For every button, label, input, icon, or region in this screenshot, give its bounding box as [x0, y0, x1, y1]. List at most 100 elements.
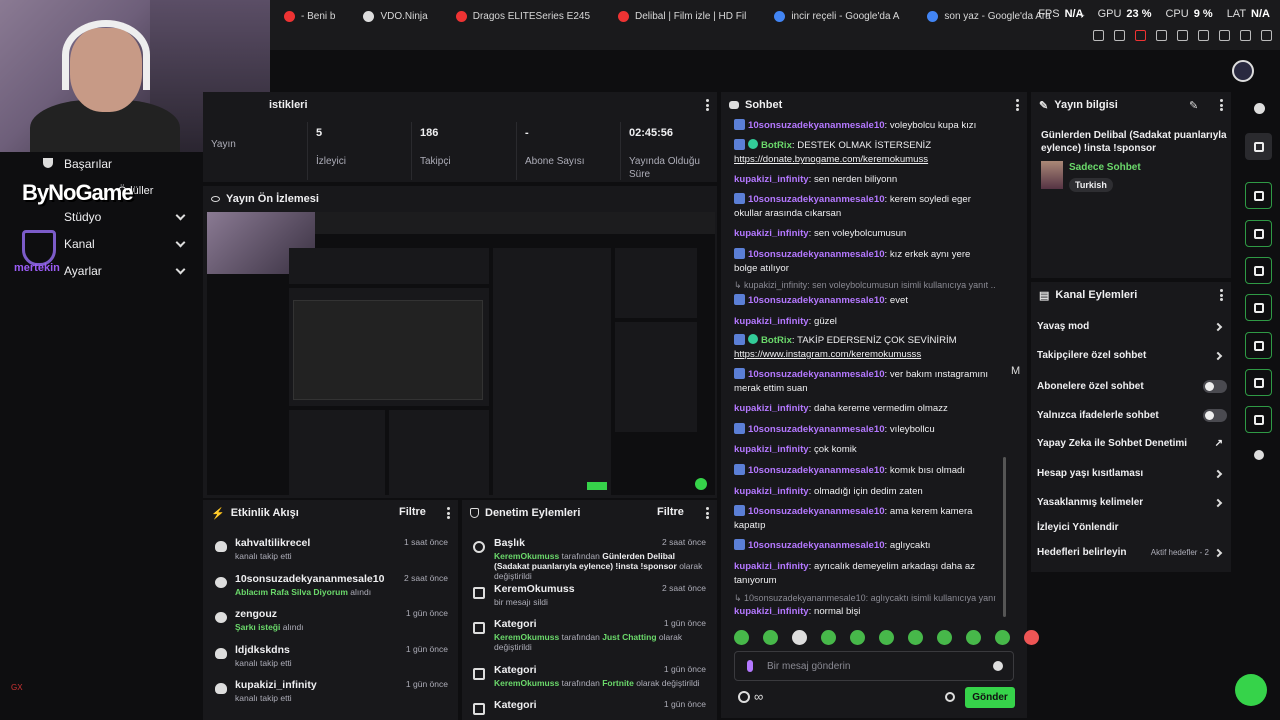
- pin-icon[interactable]: [1093, 30, 1104, 41]
- chat-username[interactable]: BotRix: [761, 140, 792, 151]
- chat-link[interactable]: https://www.instagram.com/keremokumusss: [734, 349, 921, 360]
- channel-action-item[interactable]: İzleyici Yönlendir: [1037, 522, 1227, 533]
- more-options-icon[interactable]: [447, 507, 450, 519]
- more-options-icon[interactable]: [706, 507, 709, 519]
- channel-action-item[interactable]: Yalnızca ifadelerle sohbet: [1037, 409, 1227, 422]
- chat-username[interactable]: BotRix: [761, 335, 792, 346]
- channel-action-item[interactable]: Takipçilere özel sohbet: [1037, 350, 1227, 361]
- channel-action-item[interactable]: Yasaklanmış kelimeler: [1037, 497, 1227, 508]
- chat-username[interactable]: kupakizi_infinity: [734, 561, 809, 572]
- browser-tab[interactable]: incir reçeli - Google'da A: [760, 6, 913, 26]
- emote-icon[interactable]: [966, 630, 981, 645]
- chat-message: BotRix: DESTEK OLMAK İSTERSENİZ https://d…: [734, 139, 996, 167]
- chevron-down-icon: [175, 210, 186, 220]
- sub-badge-icon: [734, 464, 745, 475]
- chat-username[interactable]: 10sonsuzadekyananmesale10: [748, 540, 885, 551]
- chat-username[interactable]: 10sonsuzadekyananmesale10: [748, 424, 885, 435]
- camera-button[interactable]: [1245, 182, 1272, 209]
- broadcast-button[interactable]: [1245, 332, 1272, 359]
- screenshot-icon[interactable]: [1114, 30, 1125, 41]
- edit-icon[interactable]: ✎: [1189, 99, 1198, 112]
- chat-username[interactable]: kupakizi_infinity: [734, 444, 809, 455]
- edit-layout-button[interactable]: [1245, 133, 1272, 160]
- stat-value: 186: [420, 127, 439, 139]
- document-button[interactable]: [1245, 257, 1272, 284]
- chat-username[interactable]: kupakizi_infinity: [734, 403, 809, 414]
- layout-button[interactable]: [1245, 369, 1272, 396]
- chat-username[interactable]: 10sonsuzadekyananmesale10: [748, 249, 885, 260]
- tab-favicon-icon: [455, 10, 467, 22]
- emote-icon[interactable]: [908, 630, 923, 645]
- channel-action-item[interactable]: Yavaş mod: [1037, 321, 1227, 332]
- emote-icon[interactable]: [937, 630, 952, 645]
- emote-icon[interactable]: [763, 630, 778, 645]
- reply-icon: ↳: [734, 280, 745, 290]
- sidebar-item-channel[interactable]: Kanal: [40, 237, 190, 251]
- emote-icon[interactable]: [792, 630, 807, 645]
- more-options-icon[interactable]: [1016, 99, 1019, 111]
- chat-username[interactable]: 10sonsuzadekyananmesale10: [748, 369, 885, 380]
- menu-icon[interactable]: [1261, 30, 1272, 41]
- support-button[interactable]: [1235, 674, 1267, 706]
- sidebar-item-label: Kanal: [64, 237, 95, 251]
- chat-username[interactable]: kupakizi_infinity: [734, 606, 809, 617]
- chat-username[interactable]: 10sonsuzadekyananmesale10: [748, 465, 885, 476]
- chat-settings-icon[interactable]: [945, 692, 955, 702]
- points-icon[interactable]: [1254, 450, 1264, 460]
- avatar[interactable]: [1232, 60, 1254, 82]
- chat-scrollbar[interactable]: [1003, 457, 1006, 617]
- emoji-icon[interactable]: [993, 661, 1003, 671]
- chat-username[interactable]: 10sonsuzadekyananmesale10: [748, 295, 885, 306]
- emote-icon[interactable]: [850, 630, 865, 645]
- chevron-right-icon: [1213, 322, 1223, 331]
- chat-link[interactable]: https://donate.bynogame.com/keremokumuss: [734, 154, 928, 165]
- toggle-switch[interactable]: [1203, 409, 1227, 422]
- channel-action-item[interactable]: Yapay Zeka ile Sohbet Denetimi ↗: [1037, 438, 1227, 449]
- emote-icon[interactable]: [1024, 630, 1039, 645]
- chat-username[interactable]: 10sonsuzadekyananmesale10: [748, 194, 885, 205]
- moderation-filter-button[interactable]: Filtre: [657, 506, 684, 518]
- channel-action-item[interactable]: Hedefleri belirleyin Aktif hedefler - 2: [1037, 547, 1227, 558]
- tools-button[interactable]: [1245, 406, 1272, 433]
- bolt-button[interactable]: [1245, 220, 1272, 247]
- chat-username[interactable]: kupakizi_infinity: [734, 486, 809, 497]
- chat-username[interactable]: 10sonsuzadekyananmesale10: [748, 120, 885, 131]
- chat-username[interactable]: kupakizi_infinity: [734, 174, 809, 185]
- mic-icon[interactable]: [747, 660, 753, 672]
- download-icon[interactable]: [1240, 30, 1251, 41]
- chat-button[interactable]: [1245, 294, 1272, 321]
- emote-icon[interactable]: [734, 630, 749, 645]
- sidebar-item-studio[interactable]: Stüdyo: [40, 210, 190, 224]
- more-options-icon[interactable]: [1220, 99, 1223, 111]
- emote-icon[interactable]: [821, 630, 836, 645]
- sidebar-item-achievements[interactable]: Başarılar: [40, 157, 190, 171]
- channel-points-icon[interactable]: [738, 691, 750, 703]
- browser-tab[interactable]: VDO.Ninja: [349, 6, 441, 26]
- share-icon[interactable]: [1219, 30, 1230, 41]
- send-button[interactable]: Gönder: [965, 687, 1015, 708]
- shield-icon[interactable]: [1135, 30, 1146, 41]
- category-name[interactable]: Sadece Sohbet: [1069, 162, 1141, 173]
- stream-preview[interactable]: [207, 212, 715, 495]
- play-icon[interactable]: [1156, 30, 1167, 41]
- info-icon[interactable]: [1254, 103, 1265, 114]
- more-options-icon[interactable]: [1220, 289, 1223, 301]
- browser-tab[interactable]: Delibal | Film izle | HD Fil: [604, 6, 760, 26]
- toggle-switch[interactable]: [1203, 380, 1227, 393]
- browser-tab[interactable]: Dragos ELITESeries E245: [442, 6, 604, 26]
- extensions-icon[interactable]: [1198, 30, 1209, 41]
- chat-username[interactable]: kupakizi_infinity: [734, 228, 809, 239]
- sidebar-item-settings[interactable]: Ayarlar: [40, 264, 190, 278]
- heart-icon[interactable]: [1177, 30, 1188, 41]
- chat-username[interactable]: kupakizi_infinity: [734, 316, 809, 327]
- chat-username[interactable]: 10sonsuzadekyananmesale10: [748, 506, 885, 517]
- emote-icon[interactable]: [879, 630, 894, 645]
- channel-action-item[interactable]: Abonelere özel sohbet: [1037, 380, 1227, 393]
- channel-action-item[interactable]: Hesap yaşı kısıtlaması: [1037, 468, 1227, 479]
- activity-filter-button[interactable]: Filtre: [399, 506, 426, 518]
- perf-stat-label: LAT: [1226, 8, 1247, 20]
- emote-icon[interactable]: [995, 630, 1010, 645]
- more-options-icon[interactable]: [706, 99, 709, 111]
- chat-input[interactable]: Bir mesaj gönderin: [734, 651, 1014, 681]
- browser-tab[interactable]: - Beni b: [270, 6, 349, 26]
